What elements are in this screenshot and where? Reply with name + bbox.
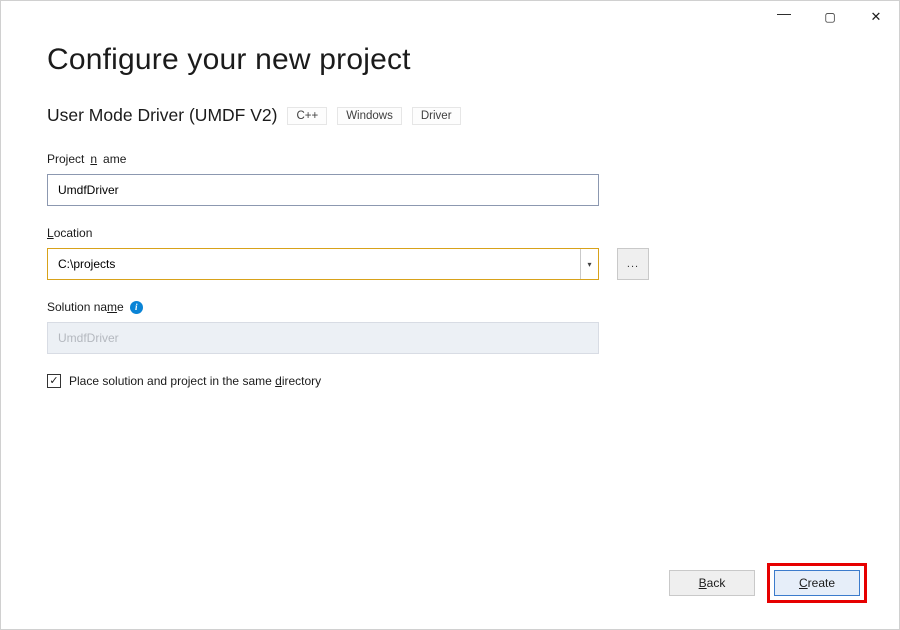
back-button[interactable]: Back	[669, 570, 755, 596]
label-mnemonic: d	[275, 374, 282, 388]
close-button[interactable]: ✕	[853, 2, 899, 32]
same-directory-label: Place solution and project in the same d…	[69, 374, 321, 388]
minimize-button[interactable]: —	[761, 0, 807, 28]
location-combobox[interactable]: ▾	[47, 248, 599, 280]
page-title: Configure your new project	[47, 43, 853, 77]
maximize-button[interactable]: ▢	[807, 2, 853, 32]
close-icon: ✕	[871, 9, 882, 25]
project-name-input[interactable]	[47, 174, 599, 206]
solution-name-input: UmdfDriver	[47, 322, 599, 354]
browse-button[interactable]: ...	[617, 248, 649, 280]
label-mnemonic: L	[47, 226, 54, 240]
label-text: Place solution and project in the same	[69, 374, 275, 388]
create-button[interactable]: Create	[774, 570, 860, 596]
location-input[interactable]	[48, 249, 580, 279]
check-icon: ✓	[49, 376, 58, 387]
label-text: Project	[47, 152, 84, 166]
label-text: Solution na	[47, 300, 107, 314]
solution-name-value: UmdfDriver	[58, 331, 119, 345]
template-name: User Mode Driver (UMDF V2)	[47, 105, 277, 126]
label-mnemonic: C	[799, 576, 808, 590]
label-text: irectory	[282, 374, 321, 388]
solution-name-label: Solution name i	[47, 300, 853, 314]
template-tag: C++	[287, 107, 327, 125]
ellipsis-icon: ...	[627, 258, 639, 270]
template-row: User Mode Driver (UMDF V2) C++ Windows D…	[47, 105, 853, 126]
label-text: e	[117, 300, 124, 314]
same-directory-checkbox[interactable]: ✓	[47, 374, 61, 388]
chevron-down-icon[interactable]: ▾	[580, 249, 598, 279]
label-text: ame	[103, 152, 126, 166]
label-text: ack	[707, 576, 726, 590]
label-text: reate	[808, 576, 835, 590]
template-tag: Driver	[412, 107, 461, 125]
template-tag: Windows	[337, 107, 402, 125]
location-label: Location	[47, 226, 853, 240]
label-text: ocation	[54, 226, 93, 240]
project-name-label: Project name	[47, 152, 853, 166]
label-mnemonic: n	[90, 152, 97, 166]
label-mnemonic: m	[107, 300, 117, 314]
create-highlight: Create	[767, 563, 867, 603]
label-mnemonic: B	[699, 576, 707, 590]
info-icon[interactable]: i	[130, 301, 143, 314]
maximize-icon: ▢	[824, 10, 835, 24]
minimize-icon: —	[777, 5, 791, 21]
